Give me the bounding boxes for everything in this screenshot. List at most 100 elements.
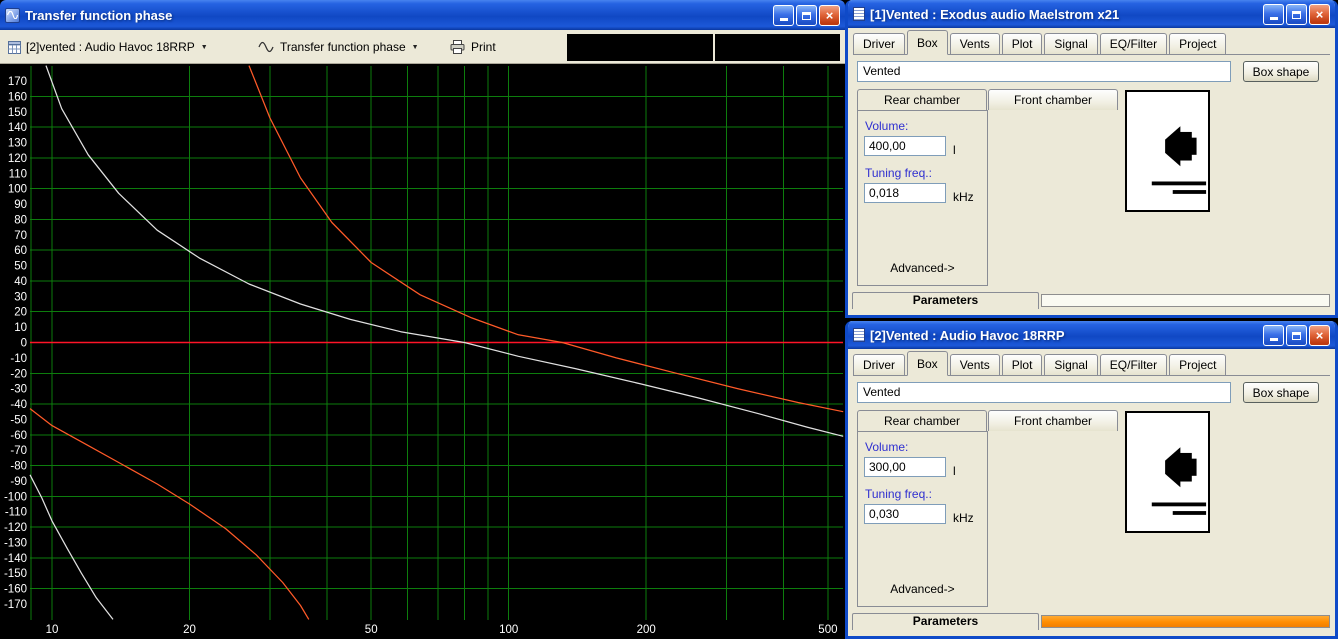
svg-text:10: 10 [46,624,59,636]
minimize-button[interactable] [773,4,794,26]
svg-text:-60: -60 [10,430,27,442]
tab-plot[interactable]: Plot [1001,33,1043,54]
tab-project[interactable]: Project [1169,354,1227,375]
chevron-down-icon: ▼ [411,43,419,51]
chamber-tab-bar: Rear chamber Front chamber [857,410,1119,431]
parameters-tab[interactable]: Parameters [852,292,1039,309]
svg-text:-140: -140 [4,553,27,565]
tuning-freq-input[interactable] [864,183,946,203]
tab-box[interactable]: Box [907,30,948,55]
project-selector-label: [2]vented : Audio Havoc 18RRP [26,40,195,54]
svg-text:60: 60 [14,245,27,257]
box-shape-button[interactable]: Box shape [1243,61,1319,82]
window-title: Transfer function phase [25,7,173,23]
tab-project[interactable]: Project [1169,33,1227,54]
maximize-button[interactable] [1286,324,1307,346]
svg-text:-40: -40 [10,399,27,411]
svg-text:110: 110 [9,168,27,180]
tuning-freq-label: Tuning freq.: [865,487,932,501]
advanced-button[interactable]: Advanced-> [858,582,987,596]
tab-driver[interactable]: Driver [853,354,905,375]
volume-input[interactable] [864,457,946,477]
svg-text:50: 50 [365,624,378,636]
tab-eq-filter[interactable]: EQ/Filter [1099,33,1168,54]
chamber-tab-rear-chamber[interactable]: Rear chamber [857,410,987,431]
minimize-button[interactable] [1263,3,1284,25]
tab-box[interactable]: Box [907,351,948,376]
svg-text:90: 90 [14,199,27,211]
svg-text:-80: -80 [10,461,27,473]
driver-icon [1165,126,1181,167]
volume-input[interactable] [864,136,946,156]
tuning-freq-unit: kHz [953,190,974,204]
chamber-tab-front-chamber[interactable]: Front chamber [988,410,1118,431]
parameters-progress [1041,615,1330,628]
vent-line [1151,181,1207,186]
tab-signal[interactable]: Signal [1044,33,1098,54]
titlebar[interactable]: [2]Vented : Audio Havoc 18RRP × [848,321,1335,349]
box-type-field[interactable]: Vented [857,61,1231,82]
close-button[interactable]: × [1309,324,1330,346]
svg-text:80: 80 [14,214,27,226]
close-button[interactable]: × [1309,3,1330,25]
maximize-icon [802,11,811,20]
driver-icon [1165,447,1181,488]
print-label: Print [471,40,496,54]
svg-text:120: 120 [8,153,27,165]
document-icon [853,7,865,21]
project-window-1: [1]Vented : Exodus audio Maelstrom x21 ×… [845,0,1338,318]
svg-text:130: 130 [8,138,27,150]
tab-eq-filter[interactable]: EQ/Filter [1099,354,1168,375]
maximize-button[interactable] [796,4,817,26]
tab-vents[interactable]: Vents [949,33,1000,54]
svg-text:100: 100 [499,624,518,636]
plot-toolbar: [2]vented : Audio Havoc 18RRP ▼ Transfer… [0,30,845,64]
svg-text:500: 500 [818,624,837,636]
titlebar[interactable]: [1]Vented : Exodus audio Maelstrom x21 × [848,0,1335,28]
box-type-field[interactable]: Vented [857,382,1231,403]
minimize-button[interactable] [1263,324,1284,346]
phase-plot[interactable]: 170 160 150 140 130 120 110 100 90 80 70 60 50 40 30 20… [0,64,845,639]
project-window-2: [2]Vented : Audio Havoc 18RRP × Driver Bo… [845,321,1338,639]
maximize-button[interactable] [1286,3,1307,25]
print-button[interactable]: Print [450,35,496,59]
tab-plot[interactable]: Plot [1001,354,1043,375]
svg-text:30: 30 [14,291,27,303]
svg-text:-160: -160 [4,584,27,596]
tab-driver[interactable]: Driver [853,33,905,54]
tuning-freq-label: Tuning freq.: [865,166,932,180]
svg-text:160: 160 [8,91,27,103]
volume-label: Volume: [865,119,909,133]
document-icon [853,328,865,342]
transfer-function-phase-window: Transfer function phase × [2]vented : Au… [0,0,845,639]
vent-line [1172,511,1207,515]
maximize-icon [1292,10,1301,19]
chamber-tab-front-chamber[interactable]: Front chamber [988,89,1118,110]
project-selector[interactable]: [2]vented : Audio Havoc 18RRP ▼ [26,35,208,59]
parameters-tab[interactable]: Parameters [852,613,1039,630]
graph-type-selector[interactable]: Transfer function phase ▼ [258,35,419,59]
tab-vents[interactable]: Vents [949,354,1000,375]
tab-signal[interactable]: Signal [1044,354,1098,375]
svg-text:20: 20 [14,307,27,319]
vent-line [1172,190,1207,194]
svg-text:-110: -110 [5,507,27,519]
advanced-button[interactable]: Advanced-> [858,261,987,275]
svg-text:-170: -170 [4,599,27,611]
svg-text:50: 50 [14,261,27,273]
chamber-panel: Volume: l Tuning freq.: kHz Advanced-> [857,110,988,286]
svg-text:0: 0 [21,338,27,350]
minimize-icon [1269,338,1278,341]
svg-text:-130: -130 [4,538,27,550]
box-shape-button[interactable]: Box shape [1243,382,1319,403]
box-diagram [1125,90,1210,212]
display-panel-2 [715,34,840,61]
chamber-tab-rear-chamber[interactable]: Rear chamber [857,89,987,110]
close-button[interactable]: × [819,4,840,26]
titlebar[interactable]: Transfer function phase × [0,0,845,30]
table-icon [8,35,21,59]
volume-unit: l [953,143,956,157]
svg-text:150: 150 [8,107,27,119]
display-panel-1 [567,34,713,61]
tuning-freq-input[interactable] [864,504,946,524]
